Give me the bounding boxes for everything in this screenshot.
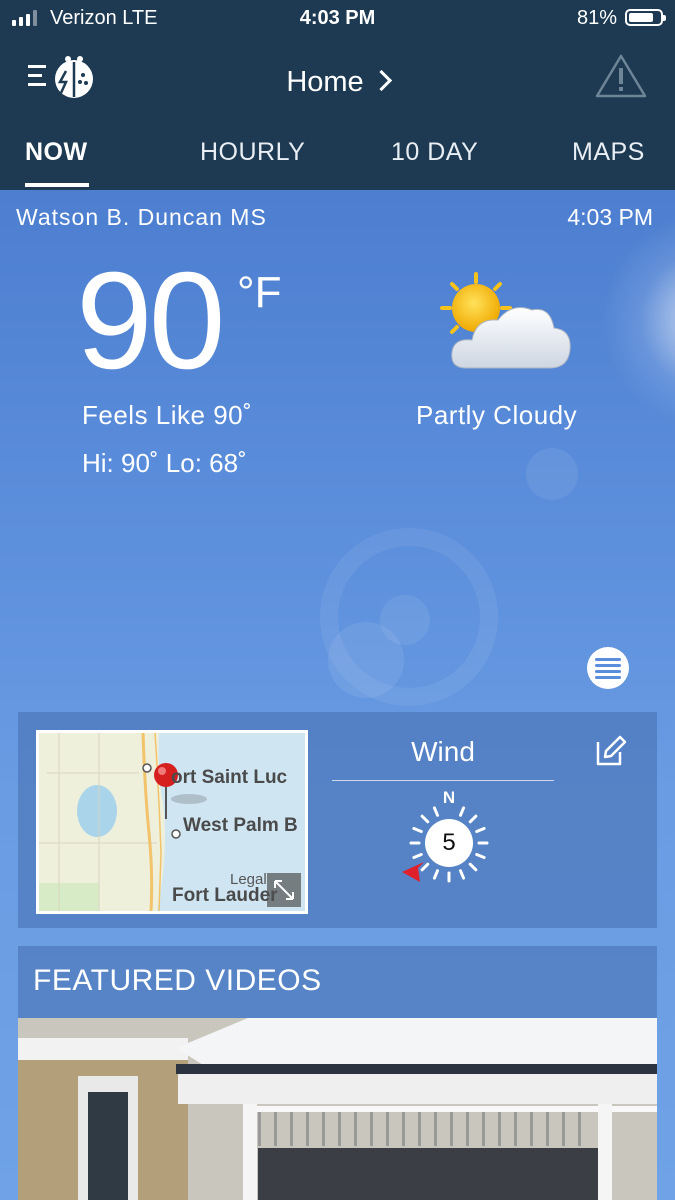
sun-glow [600, 210, 675, 430]
battery-percent: 81% [576, 7, 617, 29]
tab-10-day[interactable]: 10 DAY [391, 138, 478, 167]
warning-triangle-icon [595, 54, 647, 98]
lens-flare [380, 595, 430, 645]
partly-cloudy-icon [440, 272, 571, 369]
alerts-button[interactable] [594, 53, 648, 99]
tab-maps[interactable]: MAPS [572, 138, 645, 167]
battery-icon [625, 9, 666, 26]
lens-flare [526, 448, 578, 500]
current-temperature: 90 [76, 244, 225, 398]
status-time: 4:03 PM [299, 7, 376, 29]
condition-text: Partly Cloudy [416, 400, 578, 430]
featured-videos-header: FEATURED VIDEOS [18, 946, 657, 1018]
current-conditions-panel: Watson B. Duncan MS 4:03 PM 90 °F Feels … [0, 190, 675, 1200]
map-legal-link[interactable]: Legal [230, 871, 267, 888]
featured-videos-title: FEATURED VIDEOS [33, 964, 322, 997]
wind-title: Wind [411, 736, 475, 767]
app-header: Verizon LTE 4:03 PM 81% Home NOW HOURLY [0, 0, 675, 190]
map-wind-card: ort Saint Luc West Palm B Fort Lauder Le… [18, 712, 657, 928]
tab-bar: NOW HOURLY 10 DAY MAPS [0, 138, 675, 190]
compass-north-label: N [442, 788, 456, 807]
chevron-right-icon [370, 69, 392, 92]
video-still [18, 1018, 657, 1200]
hi-lo: Hi: 90˚ Lo: 68˚ [82, 448, 247, 478]
map-label-city: ort Saint Luc [171, 767, 288, 788]
video-thumbnail[interactable] [18, 1018, 657, 1200]
map-label-city: Fort Lauder [172, 885, 278, 906]
location-title: Home [286, 66, 364, 98]
status-bar: Verizon LTE 4:03 PM 81% [0, 0, 675, 38]
location-selector[interactable]: Home [0, 66, 675, 99]
observation-time: 4:03 PM [567, 204, 653, 230]
active-tab-indicator [25, 183, 89, 187]
edit-icon [596, 735, 627, 766]
divider [332, 780, 554, 781]
wind-compass: N 5 [394, 788, 504, 898]
feels-like: Feels Like 90˚ [82, 400, 253, 430]
temperature-unit: °F [237, 268, 282, 317]
radar-map-thumbnail[interactable]: ort Saint Luc West Palm B Fort Lauder Le… [36, 730, 308, 914]
station-name: Watson B. Duncan MS [16, 204, 267, 230]
expand-map-button[interactable] [267, 873, 301, 907]
tab-hourly[interactable]: HOURLY [200, 138, 305, 167]
wind-speed: 5 [442, 829, 456, 856]
map-label-city: West Palm B [183, 815, 298, 836]
expand-icon [274, 880, 294, 900]
edit-button[interactable] [594, 734, 628, 768]
list-view-button[interactable] [587, 647, 629, 689]
tab-now[interactable]: NOW [25, 138, 88, 167]
